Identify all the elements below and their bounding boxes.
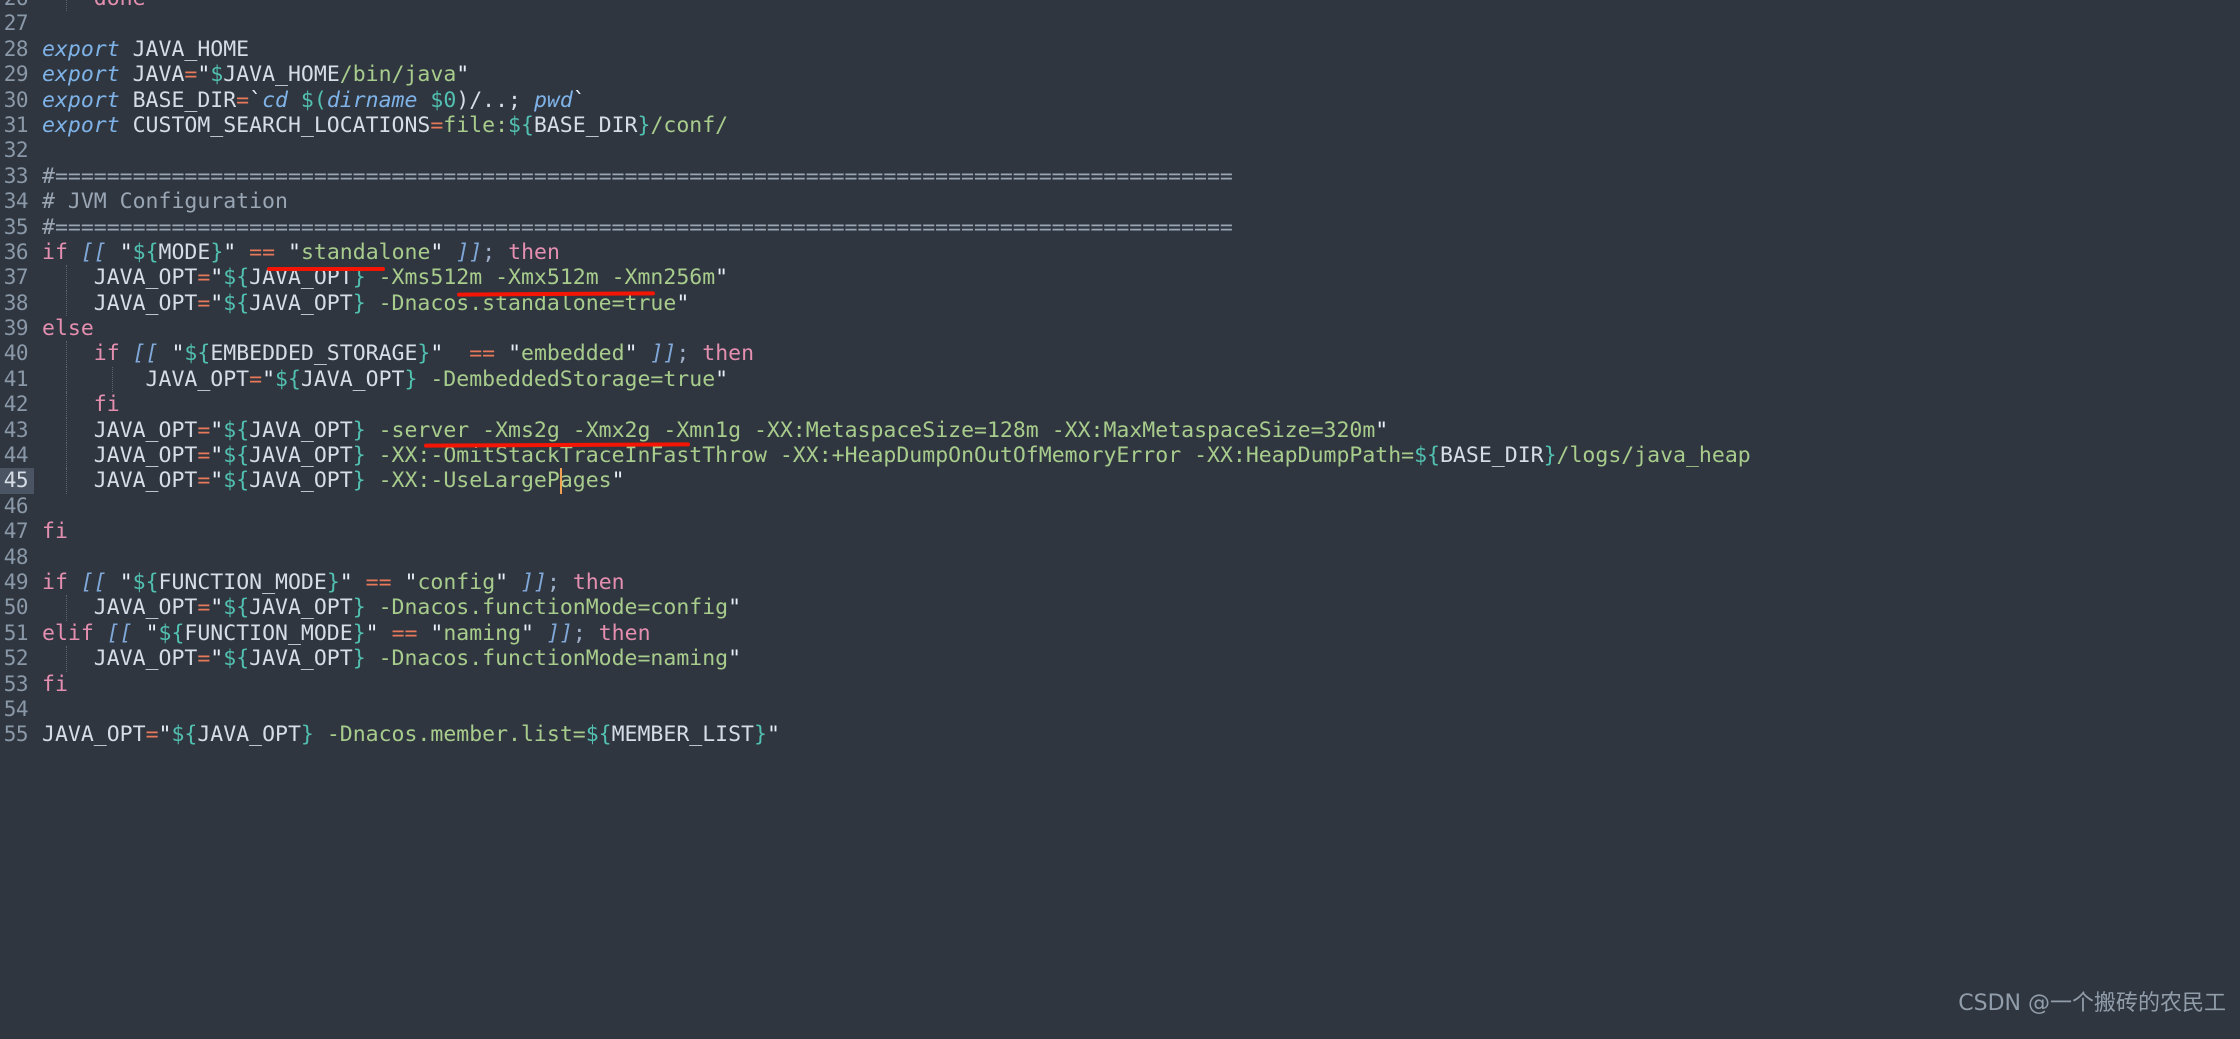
line-content: JAVA_OPT="${JAVA_OPT} -DembeddedStorage=… bbox=[42, 366, 729, 392]
line-number: 48 bbox=[3, 544, 29, 569]
line-number: 46 bbox=[3, 493, 29, 518]
line-number: 29 bbox=[3, 62, 29, 87]
line-number: 52 bbox=[3, 646, 29, 671]
line-number: 35 bbox=[3, 214, 29, 239]
line-number: 34 bbox=[3, 189, 29, 214]
line-content: JAVA_OPT="${JAVA_OPT} -server -Xms2g -Xm… bbox=[42, 417, 1389, 443]
line-content: export CUSTOM_SEARCH_LOCATIONS=file:${BA… bbox=[42, 112, 729, 138]
line-content: JAVA_OPT="${JAVA_OPT} -Dnacos.functionMo… bbox=[42, 646, 742, 672]
code-line[interactable]: 47 fi bbox=[0, 519, 2240, 544]
line-content: JAVA_OPT="${JAVA_OPT} -Dnacos.member.lis… bbox=[42, 722, 780, 748]
line-number: 50 bbox=[3, 595, 29, 620]
line-number: 40 bbox=[3, 341, 29, 366]
code-line[interactable]: 54 bbox=[0, 697, 2240, 722]
line-content: fi bbox=[42, 671, 68, 697]
code-line[interactable]: 38 JAVA_OPT="${JAVA_OPT} -Dnacos.standal… bbox=[0, 290, 2240, 317]
code-line[interactable]: 31 export CUSTOM_SEARCH_LOCATIONS=file:$… bbox=[0, 113, 2240, 138]
line-number: 49 bbox=[3, 569, 29, 594]
line-content: export JAVA="$JAVA_HOME/bin/java" bbox=[42, 62, 470, 88]
line-number-current: 45 bbox=[0, 468, 34, 494]
line-number: 32 bbox=[3, 138, 29, 163]
line-number: 44 bbox=[3, 443, 29, 468]
line-content: #=======================================… bbox=[42, 163, 1233, 189]
code-line[interactable]: 39 else bbox=[0, 316, 2240, 341]
code-line[interactable]: 40 if [[ "${EMBEDDED_STORAGE}" == "embed… bbox=[0, 341, 2240, 367]
csdn-watermark: CSDN @一个搬砖的农民工 bbox=[1958, 991, 2226, 1016]
code-line[interactable]: 48 bbox=[0, 545, 2240, 570]
code-line[interactable]: 30 export BASE_DIR=`cd $(dirname $0)/..;… bbox=[0, 88, 2240, 113]
code-line[interactable]: 32 bbox=[0, 138, 2240, 163]
line-number: 39 bbox=[3, 316, 29, 341]
line-content: export JAVA_HOME bbox=[42, 36, 250, 62]
line-number: 55 bbox=[3, 722, 29, 747]
code-line[interactable]: 42 fi bbox=[0, 392, 2240, 418]
line-content: JAVA_OPT="${JAVA_OPT} -Dnacos.functionMo… bbox=[42, 595, 742, 621]
line-content: JAVA_OPT="${JAVA_OPT} -XX:-OmitStackTrac… bbox=[42, 443, 1751, 469]
line-number: 33 bbox=[3, 163, 29, 188]
line-content: JAVA_OPT="${JAVA_OPT} -Xms512m -Xmx512m … bbox=[42, 265, 729, 291]
line-content: fi bbox=[42, 519, 68, 545]
code-line[interactable]: 36 if [[ "${MODE}" == "standalone" ]]; t… bbox=[0, 240, 2240, 265]
code-line[interactable]: 55 JAVA_OPT="${JAVA_OPT} -Dnacos.member.… bbox=[0, 722, 2240, 747]
line-content: if [[ "${MODE}" == "standalone" ]]; then bbox=[42, 239, 560, 265]
line-content: fi bbox=[93, 392, 120, 418]
line-content: else bbox=[42, 316, 94, 342]
underline-standalone bbox=[267, 267, 385, 271]
line-content: if [[ "${FUNCTION_MODE}" == "config" ]];… bbox=[42, 569, 625, 595]
code-line[interactable]: 50 JAVA_OPT="${JAVA_OPT} -Dnacos.functio… bbox=[0, 595, 2240, 621]
text-caret bbox=[560, 468, 562, 494]
line-content: done bbox=[42, 0, 146, 11]
line-number: 26 bbox=[0, 0, 34, 11]
line-number: 53 bbox=[3, 671, 29, 696]
code-line[interactable]: 29 export JAVA="$JAVA_HOME/bin/java" bbox=[0, 62, 2240, 87]
code-line-current[interactable]: 45 JAVA_OPT="${JAVA_OPT} -XX:-UseLargePa… bbox=[0, 468, 2240, 494]
line-number: 31 bbox=[3, 112, 29, 137]
line-number: 41 bbox=[3, 366, 29, 391]
line-number: 51 bbox=[3, 620, 29, 645]
code-line[interactable]: 43 JAVA_OPT="${JAVA_OPT} -server -Xms2g … bbox=[0, 417, 2240, 444]
code-editor-viewport[interactable]: 26 done 27 28 export JAVA_HOME 29 export… bbox=[0, 0, 2240, 1039]
line-number: 42 bbox=[3, 392, 29, 417]
code-line[interactable]: 26 done bbox=[0, 0, 2240, 12]
code-line[interactable]: 46 bbox=[0, 494, 2240, 519]
code-line[interactable]: 33 #====================================… bbox=[0, 164, 2240, 189]
code-line[interactable]: 49 if [[ "${FUNCTION_MODE}" == "config" … bbox=[0, 570, 2240, 595]
line-number: 38 bbox=[3, 290, 29, 315]
line-number: 27 bbox=[3, 11, 29, 36]
code-line[interactable]: 28 export JAVA_HOME bbox=[0, 37, 2240, 62]
code-line[interactable]: 27 bbox=[0, 11, 2240, 36]
code-line[interactable]: 35 #====================================… bbox=[0, 215, 2240, 240]
code-line[interactable]: 51 elif [[ "${FUNCTION_MODE}" == "naming… bbox=[0, 621, 2240, 646]
line-content: JAVA_OPT="${JAVA_OPT} -XX:-UseLargePages… bbox=[42, 468, 625, 494]
line-number: 30 bbox=[3, 87, 29, 112]
line-content: # JVM Configuration bbox=[42, 189, 288, 215]
code-line[interactable]: 53 fi bbox=[0, 672, 2240, 697]
line-number: 54 bbox=[3, 696, 29, 721]
code-line[interactable]: 34 # JVM Configuration bbox=[0, 189, 2240, 214]
code-line[interactable]: 52 JAVA_OPT="${JAVA_OPT} -Dnacos.functio… bbox=[0, 646, 2240, 672]
line-content: if [[ "${EMBEDDED_STORAGE}" == "embedded… bbox=[93, 341, 755, 367]
line-number: 36 bbox=[3, 239, 29, 264]
line-number: 47 bbox=[3, 519, 29, 544]
line-number: 28 bbox=[3, 36, 29, 61]
line-content: export BASE_DIR=`cd $(dirname $0)/..; pw… bbox=[42, 87, 586, 113]
code-line[interactable]: 41 JAVA_OPT="${JAVA_OPT} -DembeddedStora… bbox=[0, 366, 2240, 393]
code-line[interactable]: 44 JAVA_OPT="${JAVA_OPT} -XX:-OmitStackT… bbox=[0, 443, 2240, 469]
line-content: elif [[ "${FUNCTION_MODE}" == "naming" ]… bbox=[42, 620, 651, 646]
line-number: 43 bbox=[3, 417, 29, 442]
line-number: 37 bbox=[3, 265, 29, 290]
code-lines-container: 26 done 27 28 export JAVA_HOME 29 export… bbox=[0, 0, 2240, 748]
line-content: #=======================================… bbox=[42, 214, 1233, 240]
